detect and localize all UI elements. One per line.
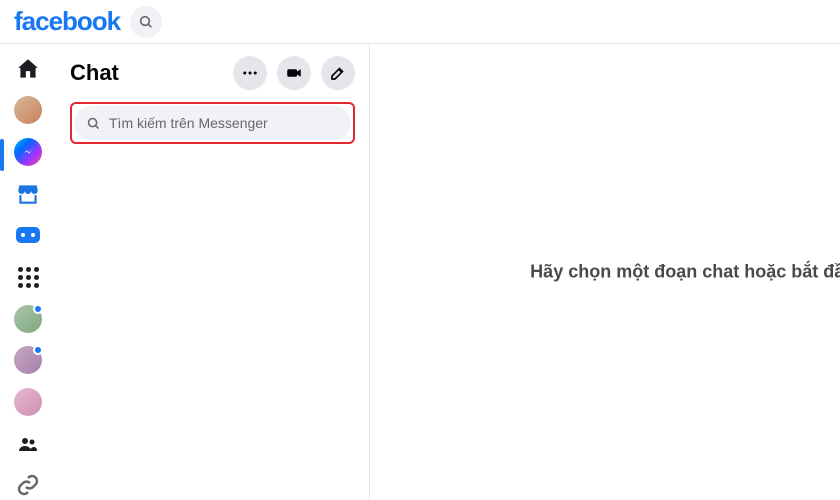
chat-more-button[interactable] [233,56,267,90]
profile-avatar [14,96,42,124]
rail-profile[interactable] [10,96,46,126]
marketplace-icon [15,181,41,207]
ellipsis-icon [241,64,259,82]
main-layout: Chat Hãy chọn một đoạn chat hoặc bắt [0,44,840,500]
chat-compose-button[interactable] [321,56,355,90]
chat-header: Chat [70,56,355,90]
search-icon [86,116,101,131]
rail-marketplace[interactable] [10,179,46,209]
chat-video-button[interactable] [277,56,311,90]
global-search-button[interactable] [130,6,162,38]
compose-icon [329,64,347,82]
rail-gaming[interactable] [10,221,46,251]
left-rail [0,44,56,500]
link-icon [16,473,40,497]
notification-badge [33,345,43,355]
rail-messenger[interactable] [10,137,46,167]
chat-sidebar: Chat [56,44,370,500]
messenger-icon [14,138,42,166]
rail-groups[interactable] [10,429,46,459]
rail-menu[interactable] [10,262,46,292]
video-icon [285,64,303,82]
chat-actions [233,56,355,90]
menu-grid-icon [18,267,39,288]
rail-link[interactable] [10,470,46,500]
chat-title: Chat [70,60,119,86]
groups-icon [16,432,40,456]
rail-contact-1[interactable] [10,304,46,334]
contact-avatar [14,388,42,416]
empty-state-text: Hãy chọn một đoạn chat hoặc bắt đầu c [530,262,840,283]
rail-contact-3[interactable] [10,387,46,417]
contact-avatar [14,346,42,374]
topbar: facebook [0,0,840,44]
contact-avatar [14,305,42,333]
facebook-logo[interactable]: facebook [14,6,120,37]
notification-badge [33,304,43,314]
messenger-search[interactable] [74,106,351,140]
rail-home[interactable] [10,54,46,84]
home-icon [15,56,41,82]
search-highlight-frame [70,102,355,144]
conversation-area: Hãy chọn một đoạn chat hoặc bắt đầu c [370,44,840,500]
messenger-search-input[interactable] [109,115,339,131]
gaming-icon [16,227,40,243]
rail-contact-2[interactable] [10,345,46,375]
search-icon [138,14,154,30]
